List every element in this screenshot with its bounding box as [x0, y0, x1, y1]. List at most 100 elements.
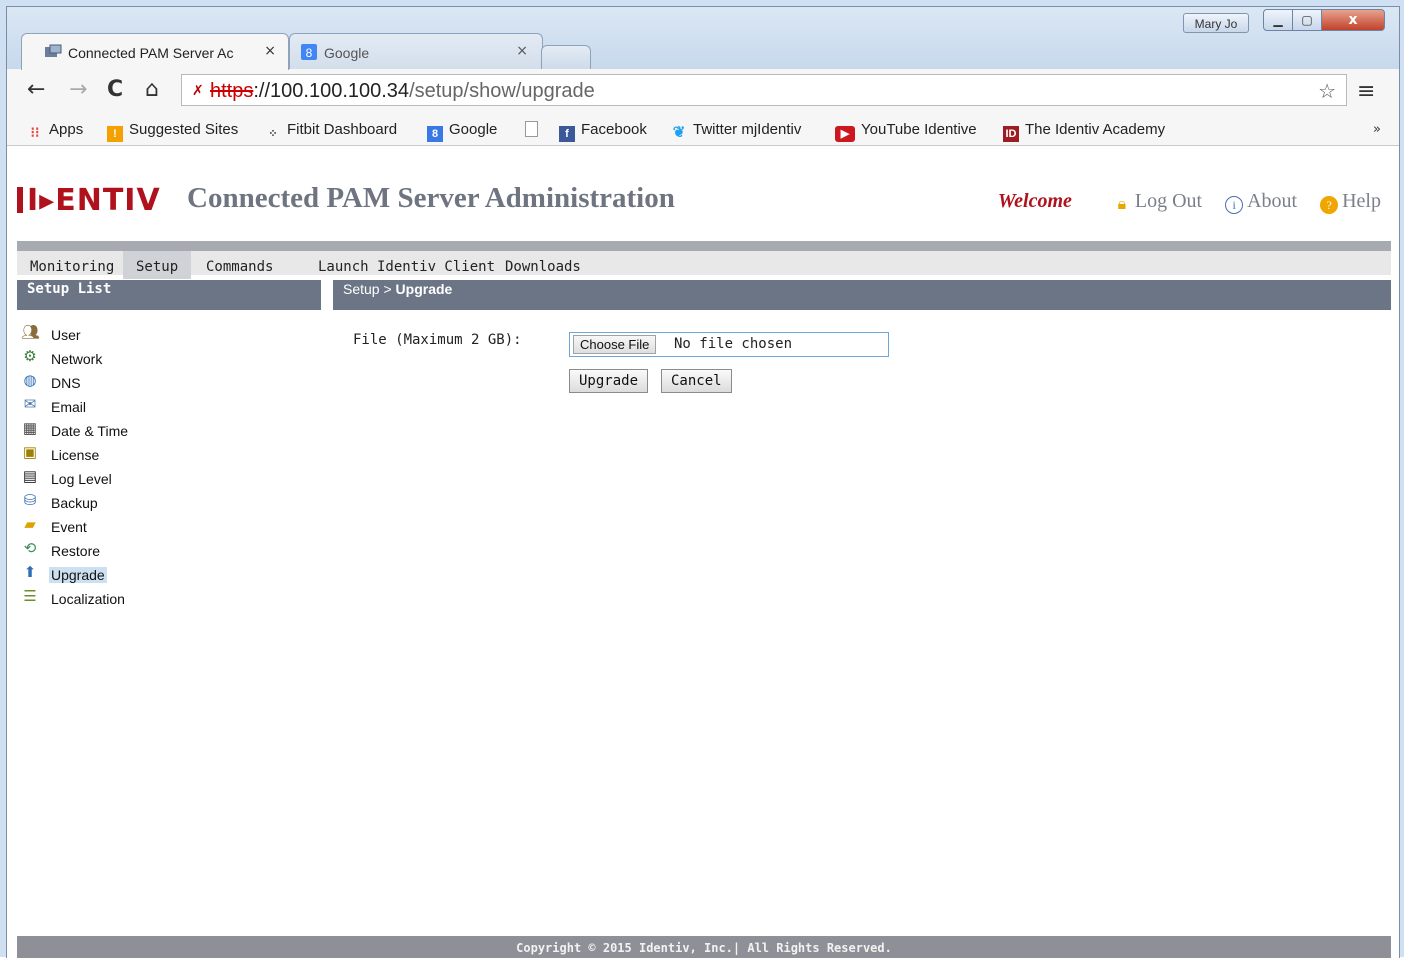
minimize-icon: ▁	[1273, 13, 1283, 27]
header-links: Welcome 🔒︎ Log Out i About ? Help	[998, 190, 1381, 214]
google-icon: 8	[427, 126, 443, 142]
identiv-academy-icon: ID	[1003, 126, 1019, 142]
upgrade-button[interactable]: Upgrade	[569, 369, 649, 393]
cancel-button[interactable]: Cancel	[661, 369, 732, 393]
tab-strip: Connected PAM Server Ac × 8 Google × Mar…	[7, 7, 1399, 71]
about-link[interactable]: i About	[1225, 190, 1297, 214]
bookmarks-bar: ⁝⁝ Apps ! Suggested Sites ⁘ Fitbit Dashboar…	[7, 113, 1399, 146]
setup-sidebar: Setup List 👥︎ User ⚙︎ Network ◍ DNS ✉︎ Email…	[17, 280, 325, 936]
sidebar-item-log-level[interactable]: ▤ Log Level	[21, 467, 221, 491]
bookmark-label: Google	[449, 121, 498, 138]
profile-badge[interactable]: Mary Jo	[1183, 13, 1249, 33]
bookmark-facebook[interactable]: f Facebook	[559, 121, 647, 142]
email-icon: ✉︎	[23, 396, 37, 413]
bookmark-label: Twitter mjIdentiv	[693, 121, 802, 138]
header-divider	[17, 241, 1391, 251]
url-host: ://100.100.100.34	[253, 80, 410, 102]
bookmark-suggested-sites[interactable]: ! Suggested Sites	[107, 121, 238, 142]
column-divider	[321, 280, 333, 936]
home-icon[interactable]: ⌂	[145, 79, 159, 101]
bookmark-label: YouTube Identive	[861, 121, 977, 138]
url-text: https://100.100.100.34/setup/show/upgrad…	[210, 80, 595, 103]
tab-google[interactable]: 8 Google ×	[289, 33, 543, 69]
bookmark-star-icon[interactable]: ☆	[1318, 79, 1336, 103]
svg-text:8: 8	[306, 46, 313, 60]
event-folder-icon: ▰	[24, 516, 36, 533]
sidebar-item-upgrade[interactable]: ⬆︎ Upgrade	[21, 563, 221, 587]
bookmark-label: Apps	[49, 121, 84, 138]
sidebar-item-restore[interactable]: ⟲ Restore	[21, 539, 221, 563]
help-icon: ?	[1320, 196, 1339, 214]
browser-toolbar: ← → C ⌂ ✗ https://100.100.100.34/setup/s…	[7, 69, 1399, 113]
bookmark-twitter[interactable]: ❦ Twitter mjIdentiv	[671, 121, 802, 141]
url-path: /setup/show/upgrade	[409, 80, 595, 102]
nav-commands[interactable]: Commands	[193, 251, 286, 279]
nav-monitoring[interactable]: Monitoring	[17, 251, 127, 279]
bookmark-label: Suggested Sites	[129, 121, 239, 138]
logout-link[interactable]: 🔒︎ Log Out	[1113, 190, 1202, 213]
sidebar-item-license[interactable]: ▣ License	[21, 443, 221, 467]
reload-icon[interactable]: C	[107, 79, 123, 101]
facebook-icon: f	[559, 126, 575, 142]
nav-downloads[interactable]: Downloads	[492, 251, 594, 279]
help-link[interactable]: ? Help	[1320, 190, 1381, 214]
hamburger-menu-icon[interactable]: ≡	[1357, 79, 1375, 104]
users-icon: 👥︎	[21, 324, 41, 341]
nav-launch-identiv-client[interactable]: Launch Identiv Client	[305, 251, 508, 279]
browser-frame: Connected PAM Server Ac × 8 Google × Mar…	[6, 6, 1400, 958]
tab-label: Google	[324, 45, 370, 61]
sidebar-item-dns[interactable]: ◍ DNS	[21, 371, 221, 395]
bookmark-label: Fitbit Dashboard	[287, 121, 398, 138]
lock-icon: 🔒︎	[1117, 196, 1127, 213]
sidebar-title: Setup List	[17, 280, 321, 310]
sidebar-item-localization[interactable]: ☰ Localization	[21, 587, 221, 611]
network-icon: ⚙︎	[23, 348, 37, 365]
sidebar-item-date-time[interactable]: ▦ Date & Time	[21, 419, 221, 443]
tab-label: Connected PAM Server Ac	[68, 45, 234, 61]
upgrade-panel: Setup > Upgrade File (Maximum 2 GB): Cho…	[333, 280, 1391, 936]
globe-icon: ◍	[23, 372, 37, 389]
localization-icon: ☰	[23, 588, 37, 605]
welcome-text: Welcome	[997, 190, 1072, 212]
maximize-button[interactable]: ▢	[1292, 9, 1322, 31]
sidebar-item-user[interactable]: 👥︎ User	[21, 323, 221, 347]
bookmark-youtube[interactable]: ▶ YouTube Identive	[835, 121, 977, 142]
address-bar[interactable]: ✗ https://100.100.100.34/setup/show/upgr…	[181, 74, 1347, 106]
back-arrow-icon[interactable]: ←	[27, 79, 45, 101]
identiv-logo: I▸ENTIV	[17, 183, 161, 218]
new-tab-button[interactable]	[541, 45, 591, 69]
bookmarks-overflow-icon[interactable]: »	[1373, 122, 1381, 137]
sidebar-item-event[interactable]: ▰ Event	[21, 515, 221, 539]
nav-setup[interactable]: Setup	[123, 251, 192, 279]
bookmark-blank[interactable]	[525, 121, 544, 138]
breadcrumb-parent[interactable]: Setup >	[343, 281, 392, 297]
browser-window: Connected PAM Server Ac × 8 Google × Mar…	[0, 0, 1404, 958]
page-content: I▸ENTIV Connected PAM Server Administrat…	[7, 146, 1399, 958]
forward-arrow-icon[interactable]: →	[69, 79, 87, 101]
bookmark-fitbit[interactable]: ⁘ Fitbit Dashboard	[265, 121, 397, 142]
restore-icon: ⟲	[23, 540, 37, 557]
bookmark-identiv-academy[interactable]: ID The Identiv Academy	[1003, 121, 1165, 142]
file-input[interactable]: Choose File No file chosen	[569, 332, 889, 357]
insecure-lock-icon: ✗	[192, 83, 204, 99]
blank-page-icon	[525, 121, 538, 137]
tab-close-icon[interactable]: ×	[264, 43, 276, 59]
sidebar-item-network[interactable]: ⚙︎ Network	[21, 347, 221, 371]
file-label: File (Maximum 2 GB):	[353, 332, 522, 348]
bookmark-google[interactable]: 8 Google	[427, 121, 497, 142]
bookmark-apps[interactable]: ⁝⁝ Apps	[27, 121, 84, 140]
server-favicon	[45, 44, 62, 57]
close-window-button[interactable]: x	[1321, 9, 1385, 31]
sidebar-item-backup[interactable]: ⛁ Backup	[21, 491, 221, 515]
minimize-button[interactable]: ▁	[1263, 9, 1293, 31]
apps-grid-icon: ⁝⁝	[30, 124, 40, 140]
choose-file-button[interactable]: Choose File	[573, 335, 657, 354]
file-status: No file chosen	[674, 336, 793, 352]
footer-copyright: Copyright © 2015 Identiv, Inc.| All Righ…	[17, 936, 1391, 958]
tab-close-icon[interactable]: ×	[516, 43, 528, 59]
breadcrumb: Setup > Upgrade	[333, 280, 1391, 310]
google-favicon: 8	[301, 44, 317, 60]
tab-connected-pam[interactable]: Connected PAM Server Ac ×	[21, 33, 289, 70]
sidebar-item-email[interactable]: ✉︎ Email	[21, 395, 221, 419]
fitbit-icon: ⁘	[268, 128, 278, 140]
